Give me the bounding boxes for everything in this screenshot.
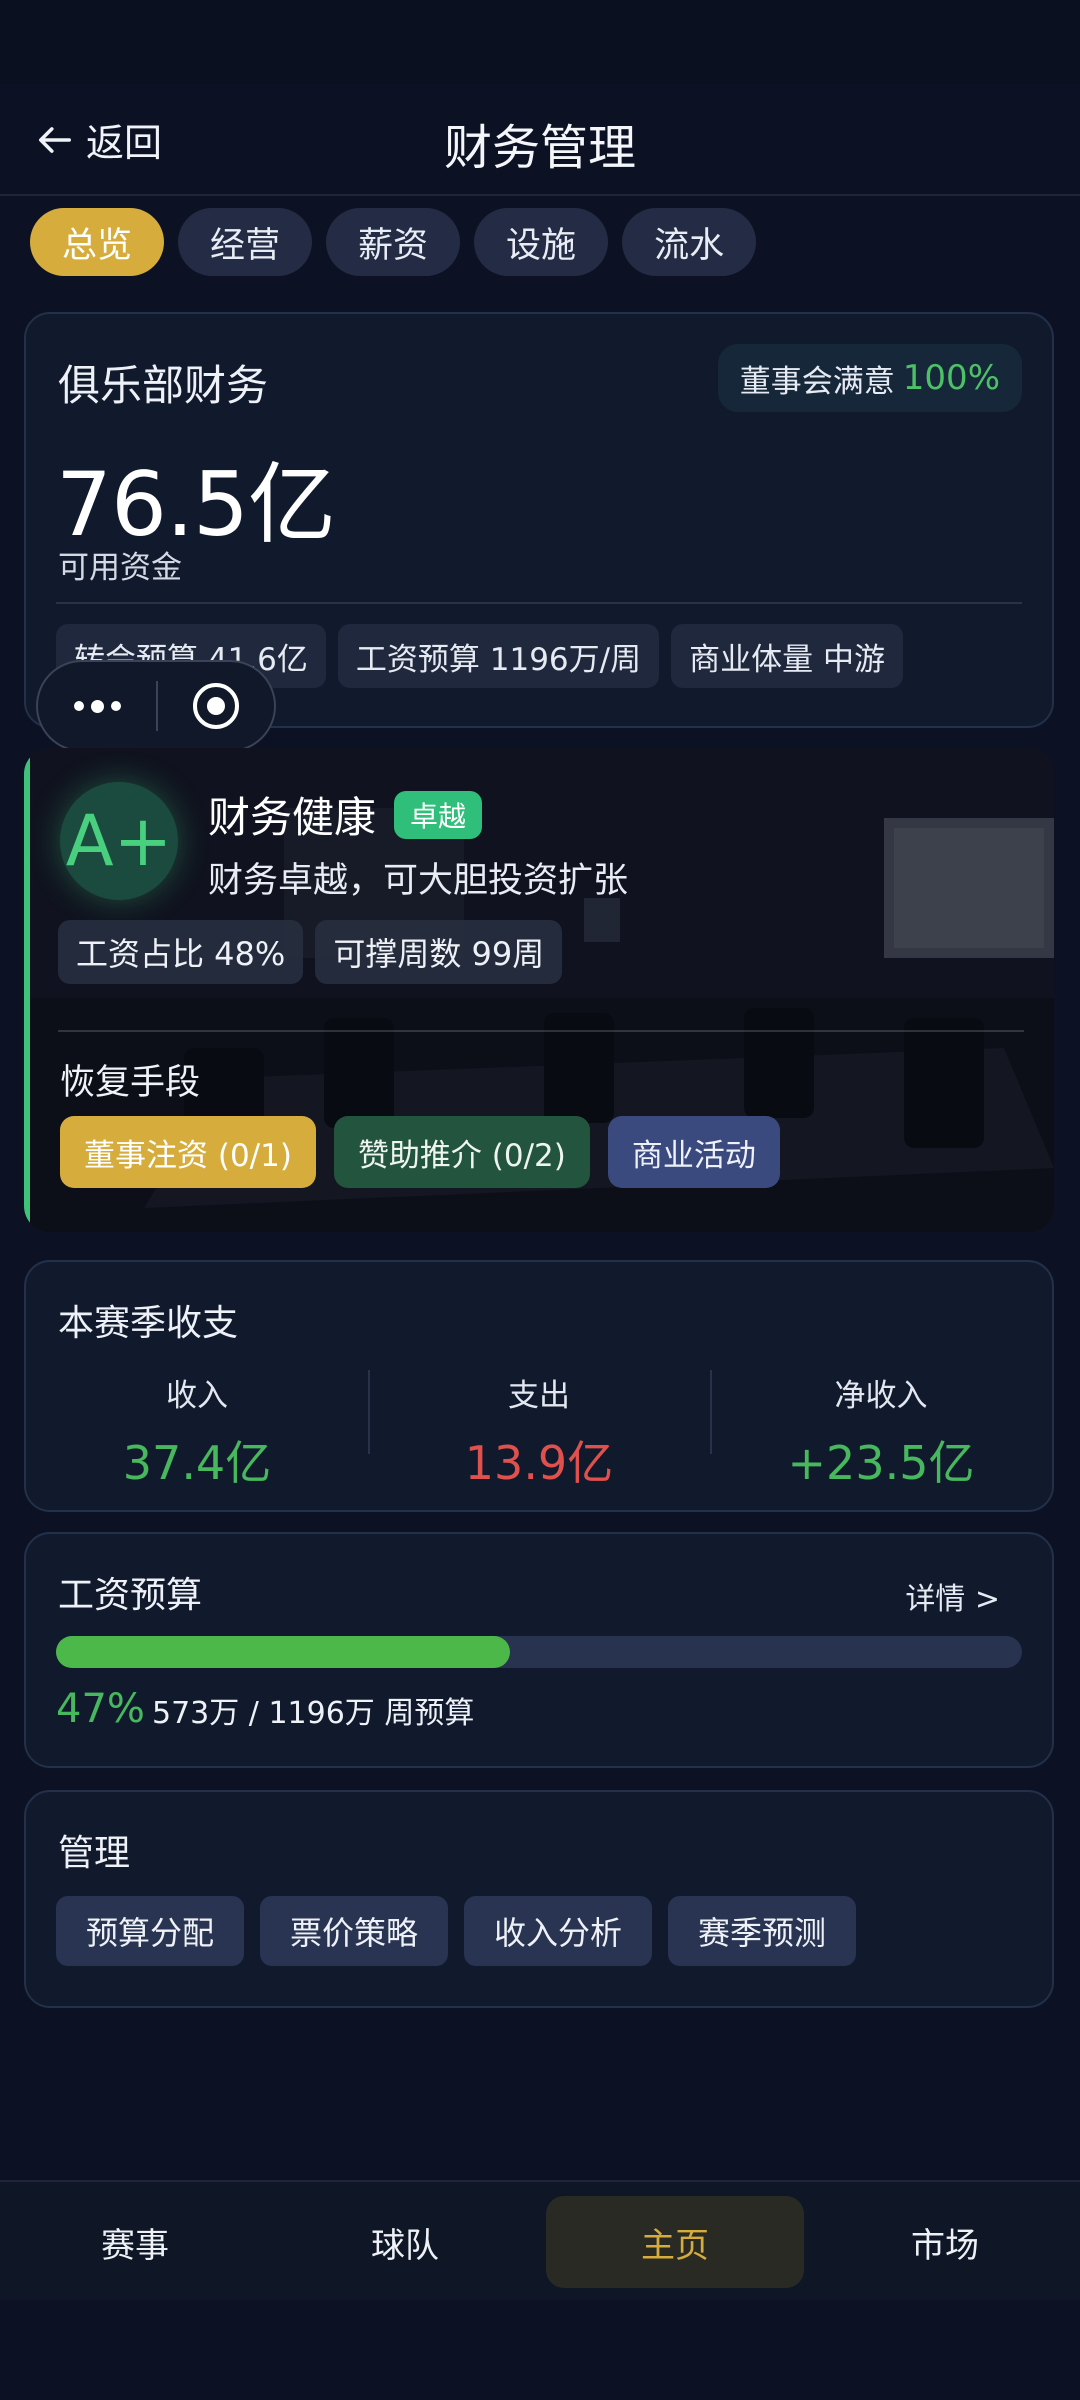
board-satisfaction-value: 100% xyxy=(902,358,1000,398)
header: 返回 财务管理 xyxy=(0,84,1080,196)
mini-program-capsule xyxy=(36,660,276,752)
health-grade-badge: A+ xyxy=(60,782,178,900)
budget-allocation-button[interactable]: 预算分配 xyxy=(56,1896,245,1966)
management-card: 管理 预算分配 票价策略 收入分析 赛季预测 xyxy=(24,1790,1054,2008)
wage-percent: 47% xyxy=(56,1686,145,1732)
expense-label: 支出 xyxy=(508,1378,570,1414)
wage-ratio-chip: 工资占比 48% xyxy=(58,920,304,984)
page-title: 财务管理 xyxy=(443,120,636,176)
wage-budget-chip: 工资预算 1196万/周 xyxy=(337,624,660,688)
dot xyxy=(73,701,84,711)
ticket-pricing-button[interactable]: 票价策略 xyxy=(260,1896,449,1966)
weeks-sustainable-chip: 可撑周数 99周 xyxy=(315,920,563,984)
season-forecast-button[interactable]: 赛季预测 xyxy=(668,1896,857,1966)
expense-value: 13.9亿 xyxy=(464,1436,614,1490)
season-balance-card: 本赛季收支 收入 37.4亿 支出 13.9亿 净收入 +23.5亿 xyxy=(24,1260,1054,1512)
bottom-nav: 赛事 球队 主页 市场 xyxy=(0,2180,1080,2302)
net-income-label: 净收入 xyxy=(834,1378,928,1414)
board-satisfaction-label: 董事会满意 xyxy=(739,363,895,400)
recovery-title: 恢复手段 xyxy=(60,1063,201,1103)
income-label: 收入 xyxy=(166,1378,228,1414)
wage-amount: 573万 / 1196万 周预算 xyxy=(152,1696,475,1731)
divider xyxy=(56,602,1022,604)
nav-home[interactable]: 主页 xyxy=(546,2196,804,2288)
system-bottom-area xyxy=(0,2300,1080,2400)
close-capsule-button[interactable] xyxy=(158,680,274,732)
sponsor-pitch-button[interactable]: 赞助推介 (0/2) xyxy=(333,1116,590,1188)
tab-salary[interactable]: 薪资 xyxy=(326,208,461,276)
nav-team[interactable]: 球队 xyxy=(276,2196,534,2288)
health-title: 财务健康 xyxy=(208,793,377,842)
season-balance-title: 本赛季收支 xyxy=(58,1303,239,1344)
health-status-badge: 卓越 xyxy=(394,790,483,839)
income-column: 收入 37.4亿 xyxy=(26,1370,368,1493)
target-icon xyxy=(193,683,239,729)
wage-progress-bar xyxy=(56,1636,1022,1668)
tab-transactions[interactable]: 流水 xyxy=(622,208,757,276)
commercial-event-button[interactable]: 商业活动 xyxy=(607,1116,780,1188)
financial-health-card: A+ 财务健康 卓越 财务卓越，可大胆投资扩张 工资占比 48% 可撑周数 99… xyxy=(24,748,1054,1232)
revenue-analysis-button[interactable]: 收入分析 xyxy=(464,1896,653,1966)
wage-budget-card: 工资预算 详情 > 47% 573万 / 1196万 周预算 xyxy=(24,1532,1054,1768)
health-accent-bar xyxy=(24,748,30,1232)
income-value: 37.4亿 xyxy=(122,1436,272,1490)
tab-operations[interactable]: 经营 xyxy=(178,208,313,276)
net-income-column: 净收入 +23.5亿 xyxy=(710,1370,1052,1493)
board-satisfaction-badge: 董事会满意 100% xyxy=(717,344,1022,412)
dot xyxy=(110,701,121,711)
dot xyxy=(90,699,104,713)
wage-budget-title: 工资预算 xyxy=(58,1575,203,1616)
more-menu-button[interactable] xyxy=(38,699,156,713)
expense-column: 支出 13.9亿 xyxy=(368,1370,710,1493)
club-finance-title: 俱乐部财务 xyxy=(58,361,269,410)
net-income-value: +23.5亿 xyxy=(787,1436,975,1490)
available-funds-label: 可用资金 xyxy=(58,550,182,586)
wage-progress-fill xyxy=(56,1636,511,1668)
nav-matches[interactable]: 赛事 xyxy=(6,2196,264,2288)
health-subtitle: 财务卓越，可大胆投资扩张 xyxy=(208,861,629,901)
commercial-size-chip: 商业体量 中游 xyxy=(671,624,903,688)
tab-facilities[interactable]: 设施 xyxy=(474,208,609,276)
divider xyxy=(58,1030,1024,1032)
board-investment-button[interactable]: 董事注资 (0/1) xyxy=(60,1116,316,1188)
tab-bar: 总览 经营 薪资 设施 流水 xyxy=(30,208,757,276)
management-title: 管理 xyxy=(58,1833,131,1874)
status-bar xyxy=(0,0,1080,84)
details-link[interactable]: 详情 > xyxy=(905,1574,1000,1618)
nav-market[interactable]: 市场 xyxy=(816,2196,1074,2288)
tab-overview[interactable]: 总览 xyxy=(30,208,165,276)
